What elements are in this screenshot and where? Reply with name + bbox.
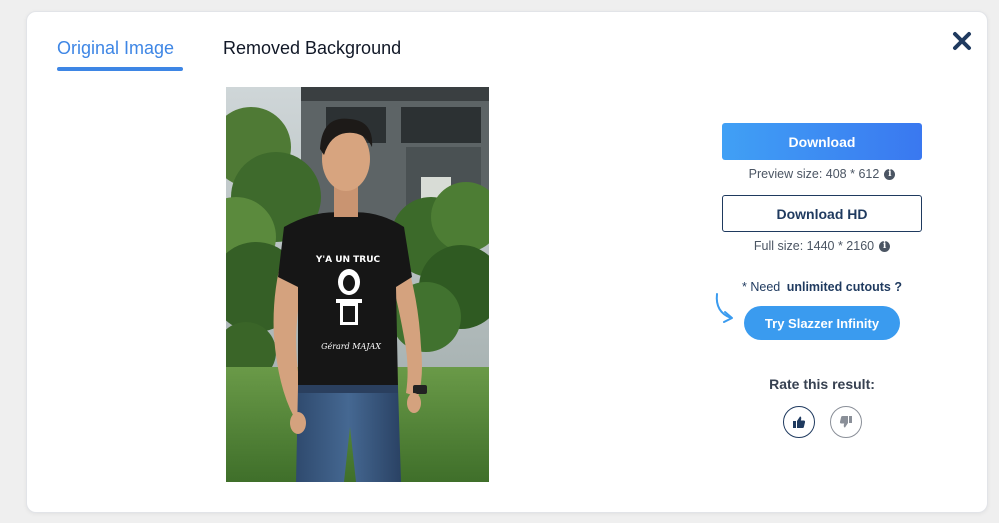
- preview-size-text: Preview size: 408 * 612: [748, 167, 880, 181]
- promo-text: * Need unlimited cutouts ?: [722, 280, 922, 294]
- info-icon[interactable]: i: [879, 240, 891, 252]
- thumbs-down-icon: [839, 416, 852, 428]
- active-tab-indicator: [57, 67, 183, 71]
- tab-removed-background[interactable]: Removed Background: [223, 38, 401, 59]
- tab-original-image[interactable]: Original Image: [57, 38, 174, 59]
- original-image-preview: Y'A UN TRUC Gérard MAJAX: [226, 87, 489, 482]
- full-size-info: Full size: 1440 * 2160 i: [722, 239, 922, 253]
- preview-size-info: Preview size: 408 * 612 i: [722, 167, 922, 181]
- rate-title: Rate this result:: [769, 376, 875, 392]
- result-modal: Original Image Removed Background Y'A UN…: [26, 11, 988, 513]
- close-icon: [953, 32, 971, 50]
- thumbs-up-icon: [792, 416, 805, 428]
- thumbs-down-button[interactable]: [829, 406, 862, 438]
- download-button[interactable]: Download: [722, 123, 922, 160]
- action-panel: Download Preview size: 408 * 612 i Downl…: [715, 123, 922, 438]
- info-icon[interactable]: i: [884, 168, 896, 180]
- shirt-print-text: Y'A UN TRUC: [315, 255, 381, 265]
- promo-emphasis: unlimited cutouts ?: [786, 280, 902, 294]
- download-hd-button[interactable]: Download HD: [722, 195, 922, 232]
- thumbs-up-button[interactable]: [782, 406, 815, 438]
- try-slazzer-infinity-button[interactable]: Try Slazzer Infinity: [744, 306, 900, 340]
- rating-buttons: [722, 406, 922, 438]
- close-button[interactable]: [951, 30, 973, 52]
- full-size-text: Full size: 1440 * 2160: [753, 239, 875, 253]
- promo-prefix: * Need: [742, 280, 781, 294]
- shirt-signature-text: Gérard MAJAX: [321, 342, 381, 351]
- curved-arrow-icon: [715, 293, 733, 323]
